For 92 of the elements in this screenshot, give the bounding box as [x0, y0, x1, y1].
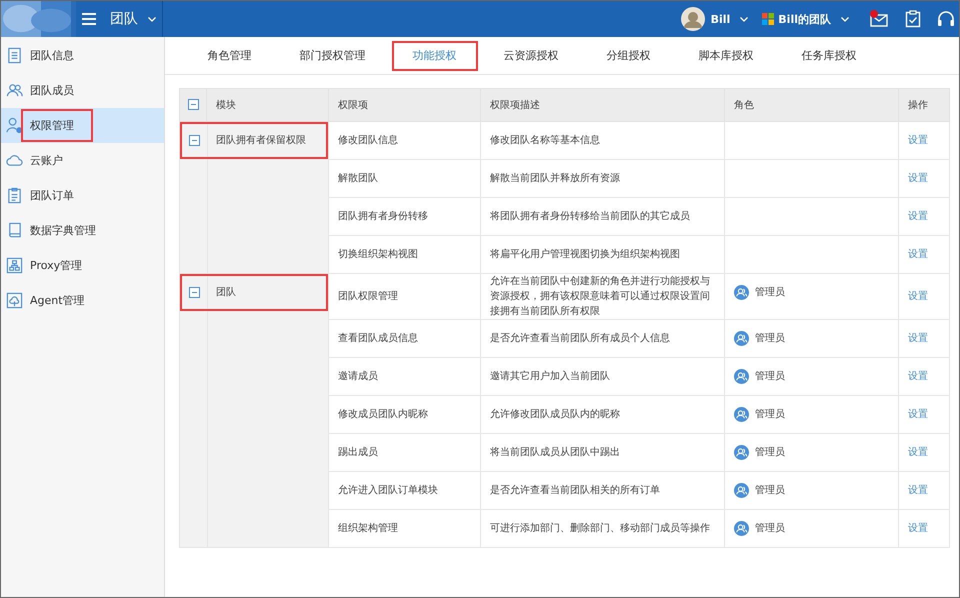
book-icon	[6, 222, 23, 239]
tab[interactable]: 部门授权管理	[278, 40, 388, 70]
user-gear-icon	[6, 117, 23, 134]
table-cell: 解散团队	[338, 173, 378, 184]
collapse-all-toggle[interactable]	[188, 99, 198, 110]
headset-icon[interactable]	[937, 10, 955, 28]
table-cell: 将团队拥有者身份转移给当前团队的其它成员	[490, 211, 690, 222]
settings-link[interactable]: 设置	[908, 447, 928, 458]
team-name[interactable]: Bill的团队	[778, 12, 831, 26]
table-cell: 将当前团队成员从团队中踢出	[490, 447, 620, 458]
module-name: 团队	[216, 286, 236, 300]
sidebar-item[interactable]: 云账户	[1, 143, 164, 178]
role-name: 管理员	[755, 484, 785, 498]
column-header: 操作	[898, 88, 950, 122]
column-header: 权限项描述	[480, 88, 724, 122]
settings-link[interactable]: 设置	[908, 135, 928, 146]
table-cell: 修改团队名称等基本信息	[490, 135, 600, 146]
sidebar-item[interactable]: 团队订单	[1, 178, 164, 213]
table-cell: 修改团队信息	[338, 135, 398, 146]
user-group-icon	[734, 445, 749, 460]
sidebar-item[interactable]: Agent管理	[1, 283, 164, 318]
tiles-icon	[762, 13, 774, 25]
table-cell: 是否允许查看当前团队相关的所有订单	[490, 485, 660, 496]
sidebar-item[interactable]: 权限管理	[1, 108, 164, 143]
sidebar-item[interactable]: 数据字典管理	[1, 213, 164, 248]
role-name: 管理员	[755, 286, 785, 300]
role-name: 管理员	[755, 408, 785, 422]
table-cell: 是否允许查看当前团队所有成员个人信息	[490, 333, 670, 344]
app-title: 团队	[110, 10, 138, 28]
user-group-icon	[734, 483, 749, 498]
tab[interactable]: 分组授权	[584, 40, 672, 70]
settings-link[interactable]: 设置	[908, 485, 928, 496]
user-group-icon	[734, 285, 749, 300]
user-group-icon	[734, 407, 749, 422]
user-group-icon	[734, 369, 749, 384]
table-cell: 可进行添加部门、删除部门、移动部门成员等操作	[490, 523, 710, 534]
table-cell: 允许进入团队订单模块	[338, 485, 438, 496]
table-cell: 团队拥有者身份转移	[338, 211, 428, 222]
tab[interactable]: 角色管理	[186, 40, 274, 70]
mail-icon[interactable]	[869, 10, 889, 28]
role-name: 管理员	[755, 332, 785, 346]
avatar-icon[interactable]	[680, 7, 705, 31]
table-cell: 允许在当前团队中创建新的角色并进行功能授权与资源授权，拥有该权限意味着可以通过权限设置间接拥有当前团队所有权限	[490, 276, 710, 317]
settings-link[interactable]: 设置	[908, 291, 928, 302]
table-cell: 邀请成员	[338, 371, 378, 382]
sidebar-item[interactable]: 团队信息	[1, 38, 164, 73]
user-name[interactable]: Bill	[710, 12, 730, 26]
table-cell: 踢出成员	[338, 447, 378, 458]
caret-icon[interactable]	[841, 16, 849, 22]
table-cell: 允许修改团队成员队内的昵称	[490, 409, 620, 420]
column-header: 角色	[724, 88, 898, 122]
caret-icon[interactable]	[740, 16, 748, 22]
column-header: 权限项	[328, 88, 480, 122]
role-name: 管理员	[755, 370, 785, 384]
table-cell: 邀请其它用户加入当前团队	[490, 371, 610, 382]
sidebar-item[interactable]: 团队成员	[1, 73, 164, 108]
table-cell: 修改成员团队内昵称	[338, 409, 428, 420]
hierarchy-icon	[6, 257, 23, 274]
sidebar-item[interactable]: Proxy管理	[1, 248, 164, 283]
role-name: 管理员	[755, 522, 785, 536]
settings-link[interactable]: 设置	[908, 249, 928, 260]
collapse-toggle[interactable]	[189, 135, 200, 146]
settings-link[interactable]: 设置	[908, 211, 928, 222]
module-name: 团队拥有者保留权限	[216, 134, 306, 148]
menu-icon[interactable]	[82, 13, 96, 25]
table-cell: 组织架构管理	[338, 523, 398, 534]
cloud-icon	[6, 152, 23, 169]
column-header: 模块	[206, 88, 328, 122]
user-group-icon	[734, 331, 749, 346]
tab[interactable]: 云资源授权	[482, 40, 580, 70]
tab[interactable]: 功能授权	[392, 40, 478, 70]
settings-link[interactable]: 设置	[908, 173, 928, 184]
tab[interactable]: 任务库授权	[780, 40, 878, 70]
user-group-icon	[734, 521, 749, 536]
settings-link[interactable]: 设置	[908, 523, 928, 534]
clipboard-icon[interactable]	[905, 10, 921, 28]
settings-link[interactable]: 设置	[908, 409, 928, 420]
cloud-upload-icon	[6, 292, 23, 309]
role-name: 管理员	[755, 446, 785, 460]
caret-icon[interactable]	[148, 16, 156, 22]
settings-link[interactable]: 设置	[908, 371, 928, 382]
table-cell: 团队权限管理	[338, 291, 398, 302]
settings-link[interactable]: 设置	[908, 333, 928, 344]
table-cell: 解散当前团队并释放所有资源	[490, 173, 620, 184]
document-icon	[6, 47, 23, 64]
table-cell: 将扁平化用户管理视图切换为组织架构视图	[490, 249, 680, 260]
tab[interactable]: 脚本库授权	[676, 40, 776, 70]
table-cell: 查看团队成员信息	[338, 333, 418, 344]
collapse-toggle[interactable]	[189, 287, 200, 298]
users-icon	[6, 82, 23, 99]
clipboard-icon	[6, 187, 23, 204]
table-cell: 切换组织架构视图	[338, 249, 418, 260]
